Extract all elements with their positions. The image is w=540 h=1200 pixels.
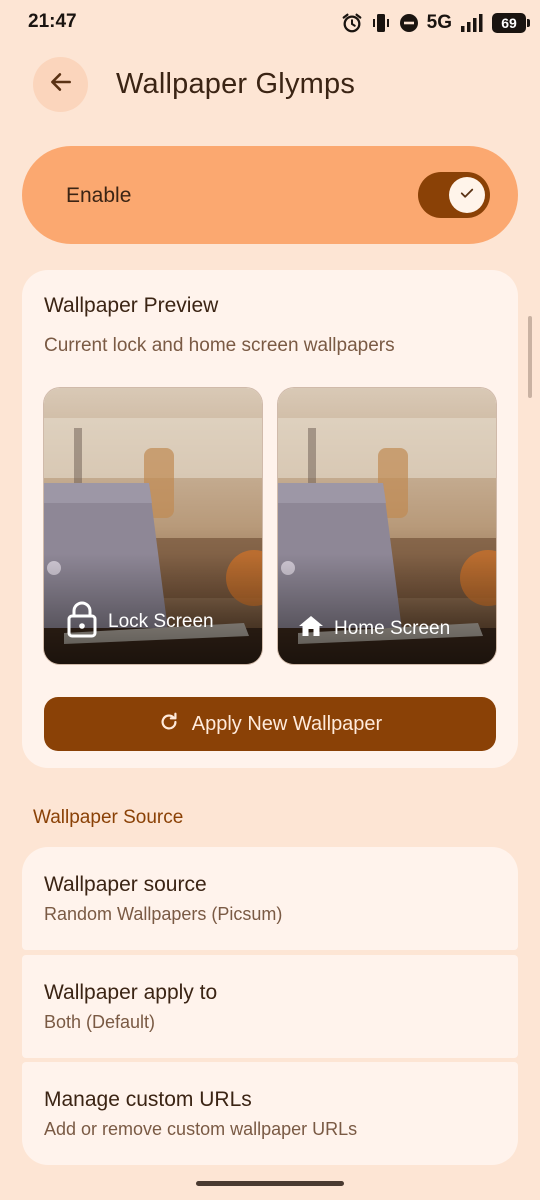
signal-icon	[460, 13, 484, 33]
lock-screen-label-row: Lock Screen	[66, 600, 214, 644]
page-title: Wallpaper Glymps	[116, 68, 356, 100]
battery-icon: 69	[492, 13, 530, 33]
enable-label: Enable	[66, 184, 132, 207]
do-not-disturb-icon	[399, 13, 419, 33]
apply-new-wallpaper-button[interactable]: Apply New Wallpaper	[44, 697, 496, 751]
lock-icon	[66, 600, 98, 644]
list-item-subtitle: Random Wallpapers (Picsum)	[44, 904, 283, 924]
preview-title: Wallpaper Preview	[44, 294, 219, 317]
list-item-title: Manage custom URLs	[44, 1088, 252, 1111]
home-indicator[interactable]	[196, 1181, 344, 1186]
arrow-left-icon	[48, 69, 74, 100]
back-button[interactable]	[33, 57, 88, 112]
list-item-subtitle: Add or remove custom wallpaper URLs	[44, 1119, 358, 1139]
toggle-thumb	[449, 177, 485, 213]
check-icon	[458, 184, 476, 207]
status-icons: 5G 69	[341, 10, 530, 36]
scrollbar[interactable]	[528, 316, 532, 398]
status-time: 21:47	[28, 11, 77, 32]
vibrate-icon	[371, 12, 391, 34]
list-item-wallpaper-source[interactable]: Wallpaper source Random Wallpapers (Pics…	[22, 847, 518, 950]
list-item-wallpaper-apply-to[interactable]: Wallpaper apply to Both (Default)	[22, 955, 518, 1058]
refresh-icon	[158, 711, 180, 738]
list-item-subtitle: Both (Default)	[44, 1012, 156, 1032]
home-icon	[298, 614, 324, 644]
network-label: 5G	[426, 12, 452, 33]
list-item-title: Wallpaper source	[44, 873, 207, 896]
home-screen-label: Home Screen	[334, 618, 451, 639]
lock-screen-preview[interactable]: Lock Screen	[44, 388, 262, 664]
home-screen-label-row: Home Screen	[298, 614, 450, 644]
list-item-title: Wallpaper apply to	[44, 981, 218, 1004]
list-item-manage-custom-urls[interactable]: Manage custom URLs Add or remove custom …	[22, 1062, 518, 1165]
lock-screen-label: Lock Screen	[108, 611, 214, 632]
home-screen-preview[interactable]: Home Screen	[278, 388, 496, 664]
preview-subtitle: Current lock and home screen wallpapers	[44, 335, 395, 356]
enable-toggle[interactable]	[418, 172, 490, 218]
alarm-icon	[341, 12, 363, 34]
section-header-wallpaper-source: Wallpaper Source	[33, 807, 184, 828]
apply-new-wallpaper-label: Apply New Wallpaper	[191, 712, 383, 735]
